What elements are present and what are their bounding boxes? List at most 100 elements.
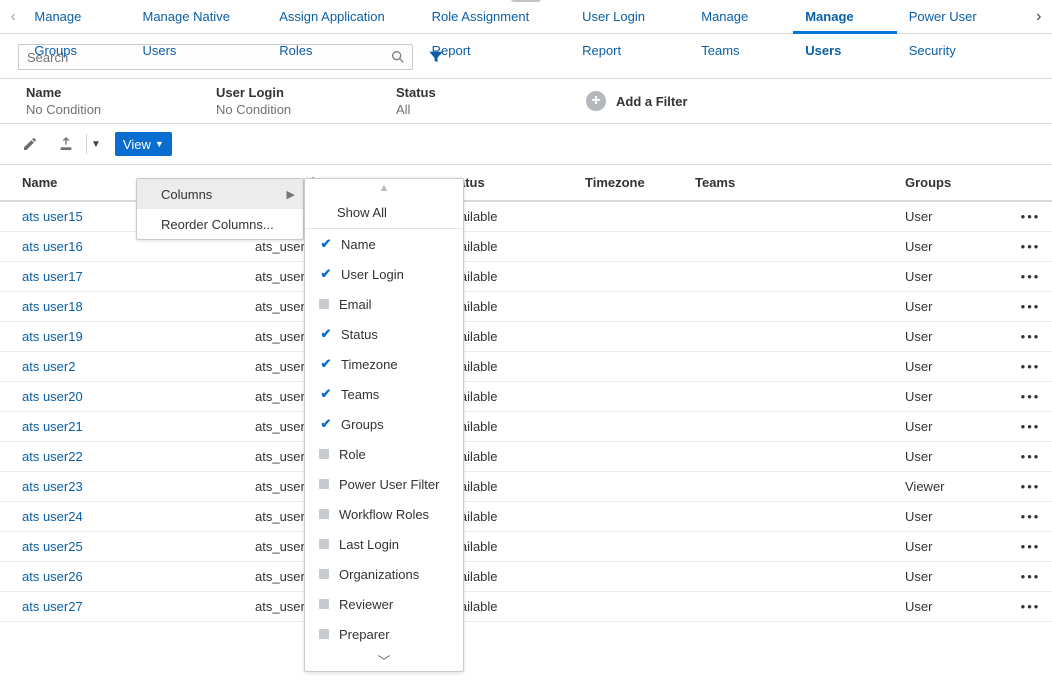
cell-groups: User — [895, 352, 1005, 382]
row-actions-icon[interactable]: ••• — [1005, 352, 1052, 382]
cell-teams — [685, 322, 895, 352]
edit-icon[interactable] — [18, 132, 42, 156]
row-actions-icon[interactable]: ••• — [1005, 201, 1052, 232]
columns-menu-item-groups[interactable]: ✔Groups — [305, 409, 463, 439]
filter-name[interactable]: Name No Condition — [26, 85, 176, 117]
row-actions-icon[interactable]: ••• — [1005, 412, 1052, 442]
filter-name-label: Name — [26, 85, 176, 100]
row-actions-icon[interactable]: ••• — [1005, 382, 1052, 412]
cell-teams — [685, 412, 895, 442]
tabs-scroll-left-icon[interactable]: ‹ — [4, 8, 22, 26]
columns-menu-item-power-user-filter[interactable]: Power User Filter — [305, 469, 463, 499]
col-header-timezone[interactable]: Timezone — [575, 165, 685, 201]
view-menu-reorder[interactable]: Reorder Columns... — [137, 209, 303, 239]
cell-teams — [685, 262, 895, 292]
view-menu-columns[interactable]: Columns ▶ — [137, 179, 303, 209]
row-actions-icon[interactable]: ••• — [1005, 592, 1052, 622]
cell-teams — [685, 232, 895, 262]
row-actions-icon[interactable]: ••• — [1005, 262, 1052, 292]
col-header-groups[interactable]: Groups — [895, 165, 1005, 201]
cell-teams — [685, 592, 895, 622]
cell-timezone — [575, 262, 685, 292]
user-name-link[interactable]: ats user27 — [22, 599, 83, 614]
columns-menu-item-reviewer[interactable]: Reviewer — [305, 589, 463, 619]
columns-menu-scroll-up-icon[interactable]: ▲ — [305, 179, 463, 197]
user-name-link[interactable]: ats user18 — [22, 299, 83, 314]
cell-teams — [685, 382, 895, 412]
row-actions-icon[interactable]: ••• — [1005, 472, 1052, 502]
user-name-link[interactable]: ats user15 — [22, 209, 83, 224]
check-icon: ✔ — [319, 356, 333, 372]
cell-groups: User — [895, 201, 1005, 232]
row-actions-icon[interactable]: ••• — [1005, 562, 1052, 592]
tab-manage-groups[interactable]: Manage Groups — [22, 0, 130, 34]
cell-groups: Viewer — [895, 472, 1005, 502]
tab-manage-users[interactable]: Manage Users — [793, 0, 897, 34]
cell-timezone — [575, 442, 685, 472]
tabs-scroll-right-icon[interactable]: › — [1030, 8, 1048, 26]
row-actions-icon[interactable]: ••• — [1005, 292, 1052, 322]
columns-menu-show-all[interactable]: Show All — [305, 197, 463, 229]
filter-login[interactable]: User Login No Condition — [216, 85, 356, 117]
user-name-link[interactable]: ats user17 — [22, 269, 83, 284]
tab-manage-native-users[interactable]: Manage Native Users — [130, 0, 267, 34]
tab-role-assignment-report[interactable]: Role Assignment Report — [420, 0, 570, 34]
search-input[interactable] — [25, 49, 390, 66]
user-name-link[interactable]: ats user16 — [22, 239, 83, 254]
add-filter-button[interactable]: + Add a Filter — [586, 91, 688, 111]
filter-name-value: No Condition — [26, 102, 176, 117]
columns-menu-item-role[interactable]: Role — [305, 439, 463, 469]
tab-manage-teams[interactable]: Manage Teams — [689, 0, 793, 34]
cell-groups: User — [895, 292, 1005, 322]
filter-status[interactable]: Status All — [396, 85, 496, 117]
unchecked-box-icon — [319, 449, 329, 459]
columns-menu-item-last-login[interactable]: Last Login — [305, 529, 463, 559]
view-button[interactable]: View ▼ — [115, 132, 172, 156]
cell-teams — [685, 292, 895, 322]
user-name-link[interactable]: ats user19 — [22, 329, 83, 344]
cell-groups: User — [895, 232, 1005, 262]
table-row: ats user18ats_user18AvailableUser••• — [0, 292, 1052, 322]
col-header-teams[interactable]: Teams — [685, 165, 895, 201]
tab-user-login-report[interactable]: User Login Report — [570, 0, 689, 34]
columns-menu-item-organizations[interactable]: Organizations — [305, 559, 463, 589]
columns-menu-item-user-login[interactable]: ✔User Login — [305, 259, 463, 289]
add-filter-label: Add a Filter — [616, 94, 688, 109]
columns-menu-item-preparer[interactable]: Preparer — [305, 619, 463, 649]
filter-login-label: User Login — [216, 85, 356, 100]
tab-power-user-security[interactable]: Power User Security — [897, 0, 1028, 34]
user-name-link[interactable]: ats user20 — [22, 389, 83, 404]
cell-timezone — [575, 502, 685, 532]
columns-menu-item-timezone[interactable]: ✔Timezone — [305, 349, 463, 379]
columns-menu-item-status[interactable]: ✔Status — [305, 319, 463, 349]
cell-groups: User — [895, 532, 1005, 562]
row-actions-icon[interactable]: ••• — [1005, 442, 1052, 472]
user-name-link[interactable]: ats user22 — [22, 449, 83, 464]
row-actions-icon[interactable]: ••• — [1005, 502, 1052, 532]
user-name-link[interactable]: ats user2 — [22, 359, 75, 374]
row-actions-icon[interactable]: ••• — [1005, 532, 1052, 562]
export-menu-caret-icon[interactable]: ▼ — [91, 139, 101, 150]
columns-menu-item-name[interactable]: ✔Name — [305, 229, 463, 259]
user-name-link[interactable]: ats user24 — [22, 509, 83, 524]
cell-timezone — [575, 292, 685, 322]
submenu-arrow-icon: ▶ — [287, 188, 295, 201]
columns-menu-item-email[interactable]: Email — [305, 289, 463, 319]
row-actions-icon[interactable]: ••• — [1005, 232, 1052, 262]
unchecked-box-icon — [319, 509, 329, 519]
tab-assign-application-roles[interactable]: Assign Application Roles — [267, 0, 419, 34]
user-name-link[interactable]: ats user23 — [22, 479, 83, 494]
user-name-link[interactable]: ats user25 — [22, 539, 83, 554]
cell-timezone — [575, 322, 685, 352]
unchecked-box-icon — [319, 599, 329, 609]
row-actions-icon[interactable]: ••• — [1005, 322, 1052, 352]
columns-menu-item-workflow-roles[interactable]: Workflow Roles — [305, 499, 463, 529]
export-icon[interactable] — [54, 132, 78, 156]
user-name-link[interactable]: ats user21 — [22, 419, 83, 434]
table-row: ats user20ats_user20AvailableUser••• — [0, 382, 1052, 412]
search-icon[interactable] — [390, 49, 406, 65]
columns-menu-scroll-down-icon[interactable]: ﹀ — [305, 649, 463, 671]
user-name-link[interactable]: ats user26 — [22, 569, 83, 584]
table-row: ats user25ats_user25AvailableUser••• — [0, 532, 1052, 562]
columns-menu-item-teams[interactable]: ✔Teams — [305, 379, 463, 409]
